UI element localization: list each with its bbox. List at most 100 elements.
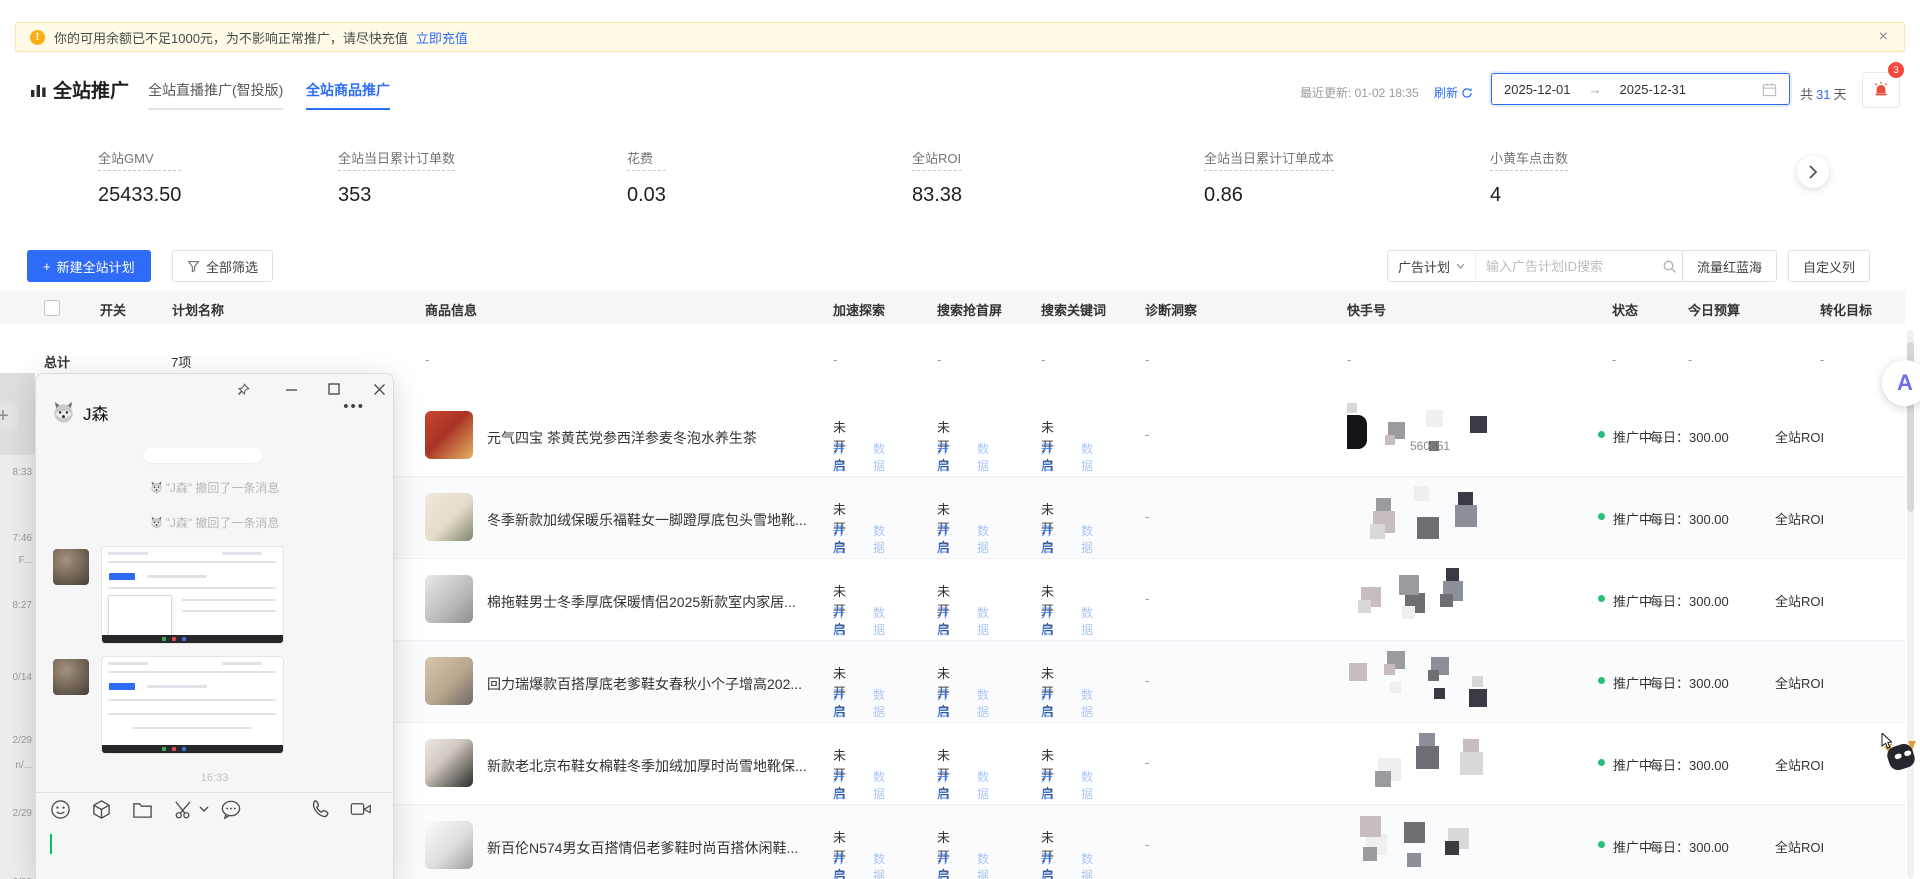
enable-link[interactable]: 开启 bbox=[833, 768, 845, 802]
pin-icon[interactable] bbox=[236, 382, 250, 396]
avatar[interactable] bbox=[53, 659, 89, 695]
data-link[interactable]: 数据 bbox=[977, 604, 989, 638]
maximize-icon[interactable] bbox=[327, 382, 341, 396]
date-range-picker[interactable]: 2025-12-01 → 2025-12-31 bbox=[1491, 73, 1790, 105]
metric-order-cost: 全站当日累计订单成本0.86 bbox=[1204, 148, 1334, 207]
message-input[interactable] bbox=[36, 816, 393, 879]
more-icon[interactable]: ••• bbox=[343, 398, 365, 415]
alarm-icon bbox=[1872, 81, 1890, 99]
search-icon[interactable] bbox=[1662, 259, 1677, 274]
metrics-next-button[interactable] bbox=[1797, 156, 1829, 188]
screenshot-message[interactable] bbox=[101, 656, 284, 754]
data-link[interactable]: 数据 bbox=[1081, 604, 1093, 638]
chat-add-button[interactable]: + bbox=[0, 401, 18, 431]
data-link[interactable]: 数据 bbox=[873, 604, 885, 638]
data-link[interactable]: 数据 bbox=[1081, 522, 1093, 556]
enable-link[interactable]: 开启 bbox=[937, 768, 949, 802]
chat-list-strip: + 8:337:46F...8:270/142/29n/...2/292/29 bbox=[0, 373, 35, 879]
calendar-icon bbox=[1762, 82, 1777, 97]
recharge-link[interactable]: 立即充值 bbox=[416, 28, 468, 47]
diagnosis-cell: - bbox=[1145, 673, 1149, 688]
summary-label: 总计 bbox=[44, 352, 70, 371]
tab-product-promotion[interactable]: 全站商品推广 bbox=[306, 80, 390, 110]
enable-link[interactable]: 开启 bbox=[937, 522, 949, 556]
product-thumbnail[interactable] bbox=[425, 411, 473, 459]
data-link[interactable]: 数据 bbox=[977, 768, 989, 802]
product-title[interactable]: 冬季新款加绒保暖乐福鞋女一脚蹬厚底包头雪地靴... bbox=[487, 510, 827, 530]
tab-live-promotion[interactable]: 全站直播推广(智投版) bbox=[148, 80, 283, 110]
data-link[interactable]: 数据 bbox=[977, 440, 989, 474]
data-link[interactable]: 数据 bbox=[873, 522, 885, 556]
status-dot bbox=[1598, 759, 1605, 766]
data-link[interactable]: 数据 bbox=[977, 522, 989, 556]
product-thumbnail[interactable] bbox=[425, 493, 473, 541]
enable-link[interactable]: 开启 bbox=[1041, 440, 1053, 474]
message-timestamp: 16:33 bbox=[36, 772, 393, 784]
date-end[interactable]: 2025-12-31 bbox=[1620, 82, 1687, 97]
censored-mosaic bbox=[1347, 567, 1497, 627]
status-text: 推广中 bbox=[1613, 509, 1652, 528]
enable-link[interactable]: 开启 bbox=[833, 604, 845, 638]
data-link[interactable]: 数据 bbox=[873, 850, 885, 879]
data-link[interactable]: 数据 bbox=[873, 686, 885, 720]
product-thumbnail[interactable] bbox=[425, 657, 473, 705]
select-all-checkbox[interactable] bbox=[44, 300, 60, 316]
data-link[interactable]: 数据 bbox=[873, 768, 885, 802]
kuaishou-account-cell bbox=[1347, 649, 1507, 713]
enable-link[interactable]: 开启 bbox=[937, 686, 949, 720]
enable-link[interactable]: 开启 bbox=[1041, 604, 1053, 638]
mascot-float-icon[interactable] bbox=[1880, 733, 1920, 775]
refresh-icon bbox=[1461, 87, 1473, 99]
plan-type-select[interactable]: 广告计划 bbox=[1388, 251, 1476, 281]
close-icon[interactable]: × bbox=[1879, 28, 1888, 46]
new-plan-button[interactable]: +新建全站计划 bbox=[27, 250, 151, 282]
data-link[interactable]: 数据 bbox=[1081, 686, 1093, 720]
enable-link[interactable]: 开启 bbox=[833, 686, 845, 720]
target-value: 全站ROI bbox=[1775, 591, 1824, 610]
refresh-button[interactable]: 刷新 bbox=[1434, 84, 1473, 101]
chart-icon bbox=[30, 81, 47, 98]
product-title[interactable]: 回力瑞爆款百搭厚底老爹鞋女春秋小个子增高202... bbox=[487, 674, 827, 694]
avatar[interactable] bbox=[53, 549, 89, 585]
enable-link[interactable]: 开启 bbox=[1041, 522, 1053, 556]
date-start[interactable]: 2025-12-01 bbox=[1504, 82, 1571, 97]
assistant-float-button[interactable]: A bbox=[1882, 360, 1920, 406]
enable-link[interactable]: 开启 bbox=[833, 850, 845, 879]
enable-link[interactable]: 开启 bbox=[833, 440, 845, 474]
traffic-analysis-button[interactable]: 流量红蓝海 bbox=[1682, 250, 1777, 282]
data-link[interactable]: 数据 bbox=[977, 850, 989, 879]
custom-columns-button[interactable]: 自定义列 bbox=[1788, 250, 1870, 282]
filter-icon bbox=[187, 260, 200, 273]
product-title[interactable]: 新百伦N574男女百搭情侣老爹鞋时尚百搭休闲鞋... bbox=[487, 838, 827, 858]
censored-mosaic bbox=[1347, 403, 1497, 463]
filter-button[interactable]: 全部筛选 bbox=[172, 250, 273, 282]
minimize-icon[interactable] bbox=[284, 382, 298, 396]
status-text: 推广中 bbox=[1613, 755, 1652, 774]
enable-link[interactable]: 开启 bbox=[937, 440, 949, 474]
enable-link[interactable]: 开启 bbox=[1041, 686, 1053, 720]
enable-link[interactable]: 开启 bbox=[937, 850, 949, 879]
close-icon[interactable] bbox=[372, 382, 386, 396]
metric-orders: 全站当日累计订单数353 bbox=[338, 148, 455, 207]
summary-count: 7项 bbox=[171, 352, 191, 371]
search-input[interactable] bbox=[1476, 259, 1662, 274]
scrollbar[interactable] bbox=[1907, 330, 1914, 879]
enable-link[interactable]: 开启 bbox=[937, 604, 949, 638]
product-thumbnail[interactable] bbox=[425, 739, 473, 787]
enable-link[interactable]: 开启 bbox=[1041, 768, 1053, 802]
data-link[interactable]: 数据 bbox=[873, 440, 885, 474]
column-search-keywords: 搜索关键词 bbox=[1041, 300, 1106, 319]
product-title[interactable]: 新款老北京布鞋女棉鞋冬季加绒加厚时尚雪地靴保... bbox=[487, 756, 827, 776]
enable-link[interactable]: 开启 bbox=[1041, 850, 1053, 879]
enable-link[interactable]: 开启 bbox=[833, 522, 845, 556]
data-link[interactable]: 数据 bbox=[1081, 440, 1093, 474]
censored-mosaic bbox=[1347, 731, 1497, 791]
product-title[interactable]: 元气四宝 茶黄芪党参西洋参麦冬泡水养生茶 bbox=[487, 428, 827, 448]
screenshot-message[interactable] bbox=[101, 546, 284, 644]
data-link[interactable]: 数据 bbox=[1081, 768, 1093, 802]
product-thumbnail[interactable] bbox=[425, 575, 473, 623]
product-thumbnail[interactable] bbox=[425, 821, 473, 869]
data-link[interactable]: 数据 bbox=[977, 686, 989, 720]
product-title[interactable]: 棉拖鞋男士冬季厚底保暖情侣2025新款室内家居... bbox=[487, 592, 827, 612]
data-link[interactable]: 数据 bbox=[1081, 850, 1093, 879]
